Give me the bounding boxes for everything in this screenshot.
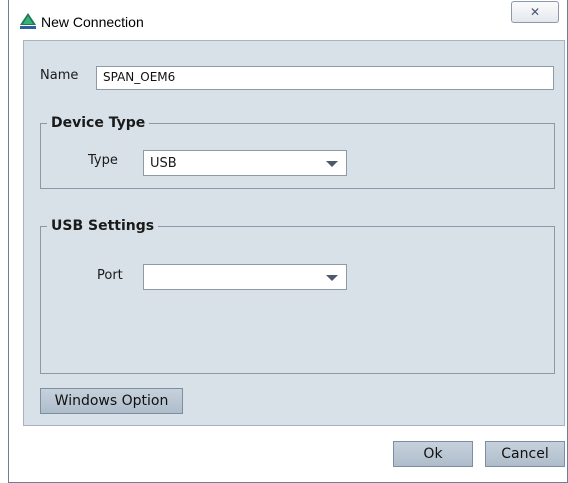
port-dropdown[interactable] — [143, 264, 347, 290]
port-label: Port — [97, 268, 123, 283]
device-type-legend: Device Type — [51, 115, 146, 131]
name-input[interactable]: SPAN_OEM6 — [96, 66, 554, 90]
type-dropdown[interactable]: USB — [143, 150, 347, 176]
type-label: Type — [88, 153, 118, 168]
new-connection-dialog: New Connection ✕ Name SPAN_OEM6 Device T… — [8, 0, 568, 483]
type-dropdown-value: USB — [150, 156, 177, 171]
dialog-body: Name SPAN_OEM6 Device Type Type USB USB … — [23, 40, 565, 426]
usb-settings-group: USB Settings Port — [40, 218, 555, 374]
close-icon: ✕ — [529, 5, 541, 19]
device-type-group: Device Type Type USB — [40, 115, 555, 189]
cancel-button[interactable]: Cancel — [485, 441, 565, 467]
navigation-app-icon — [19, 12, 37, 30]
chevron-down-icon — [326, 161, 338, 167]
window-title: New Connection — [41, 14, 144, 30]
windows-option-button[interactable]: Windows Option — [40, 388, 183, 414]
ok-button[interactable]: Ok — [393, 441, 473, 467]
usb-settings-legend: USB Settings — [51, 218, 155, 234]
chevron-down-icon — [326, 275, 338, 281]
name-label: Name — [40, 68, 79, 83]
close-button[interactable]: ✕ — [511, 1, 559, 23]
title-bar: New Connection ✕ — [9, 0, 567, 40]
